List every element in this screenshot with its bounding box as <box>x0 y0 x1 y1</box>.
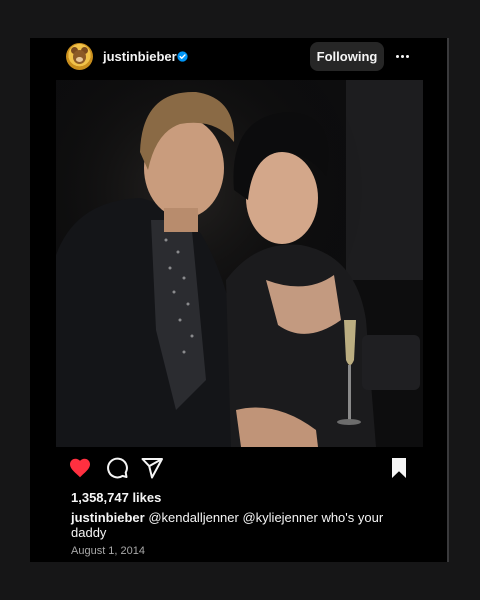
send-icon[interactable] <box>140 456 164 480</box>
post-date: August 1, 2014 <box>71 545 146 557</box>
avatar-bear-snout <box>76 57 83 62</box>
bookmark-filled-icon[interactable] <box>387 456 411 480</box>
post-header: justinbieber Following <box>30 38 447 75</box>
following-button[interactable]: Following <box>310 42 384 71</box>
instagram-post: justinbieber Following 1,358,747 likes j… <box>30 38 449 562</box>
photo-illustration <box>56 80 423 447</box>
caption-mention-2[interactable]: @kyliejenner <box>242 510 317 525</box>
verified-badge-icon <box>177 51 188 62</box>
post-caption: justinbieber @kendalljenner @kyliejenner… <box>71 510 406 540</box>
post-photo[interactable] <box>56 80 423 447</box>
comment-icon[interactable] <box>105 456 129 480</box>
more-horizontal-icon[interactable] <box>396 50 410 62</box>
caption-mention-1[interactable]: @kendalljenner <box>148 510 239 525</box>
likes-count[interactable]: 1,358,747 likes <box>71 490 161 505</box>
username-link[interactable]: justinbieber <box>103 49 177 64</box>
post-actions <box>30 456 447 482</box>
heart-filled-icon[interactable] <box>68 456 92 480</box>
avatar[interactable] <box>66 43 93 70</box>
caption-username[interactable]: justinbieber <box>71 510 145 525</box>
